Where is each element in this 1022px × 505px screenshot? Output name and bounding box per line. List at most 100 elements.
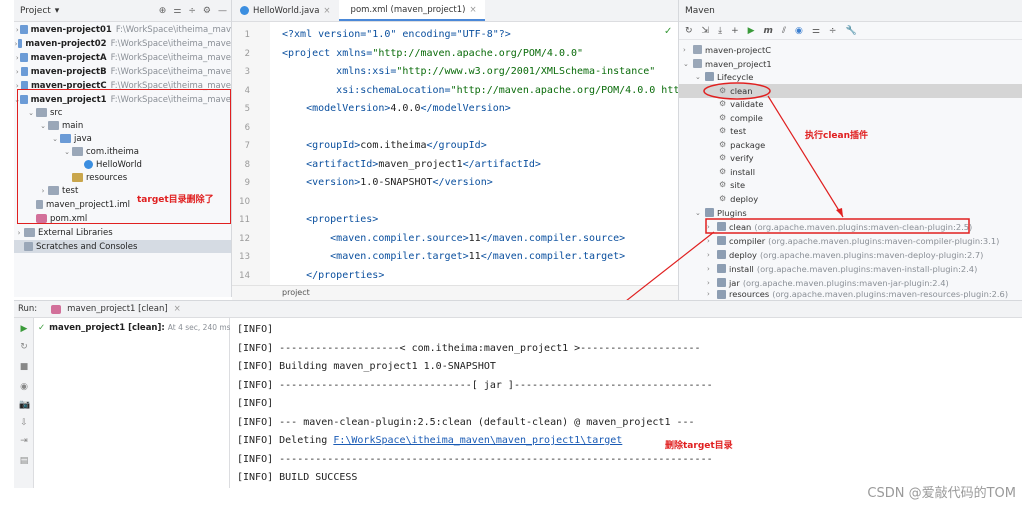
camera-icon[interactable]: 📷 <box>19 400 30 410</box>
gear-icon: ⚙ <box>719 153 727 163</box>
scroll-down-icon[interactable]: ⇩ <box>19 418 29 428</box>
tree-item-maven-projectA[interactable]: › maven-projectA F:\WorkSpace\itheima_mave <box>14 51 231 64</box>
chevron-right-icon[interactable]: › <box>707 265 717 273</box>
gear-icon: ⚙ <box>719 113 727 123</box>
collapse-all-icon[interactable]: ⚌ <box>173 6 181 16</box>
plugin-resources[interactable]: › resources (org.apache.maven.plugins:mave… <box>679 289 1022 299</box>
chevron-right-icon[interactable]: › <box>14 68 21 76</box>
line-number: 7 <box>244 141 250 151</box>
chevron-right-icon[interactable]: › <box>707 237 717 245</box>
lifecycle-compile[interactable]: ⚙ compile <box>679 111 1022 125</box>
lifecycle-validate[interactable]: ⚙ validate <box>679 97 1022 111</box>
collapse-all-icon[interactable]: ⚌ <box>812 26 820 36</box>
locate-icon[interactable]: ⊕ <box>159 6 167 16</box>
plugin-jar[interactable]: › jar (org.apache.maven.plugins:maven-jar-… <box>679 276 1022 290</box>
generate-sources-icon[interactable]: ⇲ <box>702 26 710 36</box>
lifecycle-deploy[interactable]: ⚙ deploy <box>679 192 1022 206</box>
chevron-right-icon[interactable]: › <box>707 290 717 298</box>
tree-item-maven-project01[interactable]: › maven-project01 F:\WorkSpace\itheima_mav <box>14 23 231 36</box>
code-token: xmlns= <box>336 47 373 59</box>
chevron-right-icon[interactable]: › <box>707 223 717 231</box>
maven-item-project1[interactable]: ⌄ maven_project1 <box>679 57 1022 71</box>
code-token: xsi:schemaLocation= <box>282 84 451 96</box>
code-line[interactable]: <maven.compiler.target>11</maven.compile… <box>282 248 625 267</box>
scratches-icon <box>24 242 33 251</box>
reload-icon[interactable]: ↻ <box>685 26 693 36</box>
tree-item-maven-projectB[interactable]: › maven-projectB F:\WorkSpace\itheima_mave <box>14 65 231 78</box>
close-icon[interactable]: × <box>323 6 330 16</box>
code-line[interactable]: <modelVersion>4.0.0</modelVersion> <box>282 100 511 119</box>
code-line[interactable]: </properties> <box>282 267 384 286</box>
lifecycle-install[interactable]: ⚙ install <box>679 165 1022 179</box>
console-link[interactable]: F:\WorkSpace\itheima_maven\maven_project… <box>333 435 622 446</box>
gear-icon[interactable]: ⚙ <box>203 6 211 16</box>
layout-icon[interactable]: ▤ <box>19 456 29 466</box>
rerun-icon[interactable]: ▶ <box>19 324 29 334</box>
code-line[interactable]: <groupId>com.itheima</groupId> <box>282 137 487 156</box>
chevron-down-icon[interactable]: ⌄ <box>695 209 705 217</box>
chevron-right-icon[interactable]: › <box>683 46 693 54</box>
code-token: com.itheima <box>360 140 427 151</box>
code-line[interactable]: <artifactId>maven_project1</artifactId> <box>282 156 541 175</box>
tab-helloworld[interactable]: HelloWorld.java × <box>232 0 339 21</box>
line-gutter: 1 2 3 4 5 6 7 8 9 10 11 12 13 14 <box>232 22 270 288</box>
line-number: 3 <box>244 67 250 77</box>
code-line[interactable]: <?xml version="1.0" encoding="UTF-8"?> <box>282 26 511 45</box>
chevron-down-icon[interactable]: ⌄ <box>683 60 693 68</box>
add-icon[interactable]: + <box>731 26 739 36</box>
hide-icon[interactable]: — <box>218 6 227 16</box>
console-output[interactable]: [INFO] [INFO] --------------------< com.i… <box>230 318 1022 488</box>
wrench-icon[interactable]: 🔧 <box>845 26 856 36</box>
breadcrumb[interactable]: project <box>232 285 678 300</box>
chevron-right-icon[interactable]: › <box>14 229 24 237</box>
run-tree-item[interactable]: ✓ maven_project1 [clean]: At 4 sec, 240 … <box>34 321 231 334</box>
offline-icon[interactable]: ◉ <box>795 26 803 36</box>
code-line[interactable]: xsi:schemaLocation="http://maven.apache.… <box>282 82 685 101</box>
code-line[interactable]: <project xmlns="http://maven.apache.org/… <box>282 45 583 64</box>
skip-tests-icon[interactable]: ⫽ <box>782 26 786 36</box>
close-icon[interactable]: × <box>469 5 476 15</box>
chevron-right-icon[interactable]: › <box>707 251 717 259</box>
maven-plugins[interactable]: ⌄ Plugins <box>679 206 1022 220</box>
project-panel-header: Project ▾ ⊕ ⚌ ÷ ⚙ — <box>14 0 231 22</box>
console-line: [INFO] --------------------------------[… <box>237 379 713 391</box>
plugin-compiler[interactable]: › compiler (org.apache.maven.plugins:maven… <box>679 234 1022 248</box>
tree-item-maven-project02[interactable]: › maven-project02 F:\WorkSpace\itheima_mav… <box>14 37 231 50</box>
code-line[interactable]: xmlns:xsi="http://www.w3.org/2001/XMLSch… <box>282 63 655 82</box>
code-line[interactable]: <maven.compiler.source>11</maven.compile… <box>282 230 625 249</box>
code-line[interactable]: <version>1.0-SNAPSHOT</version> <box>282 174 493 193</box>
view-icon[interactable]: ◉ <box>19 382 29 392</box>
lifecycle-clean[interactable]: ⚙ clean <box>679 84 1022 98</box>
chevron-down-icon[interactable]: ▾ <box>55 6 60 16</box>
tab-pom[interactable]: pom.xml (maven_project1) × <box>338 0 485 21</box>
download-icon[interactable]: ⤓ <box>718 26 722 36</box>
plugin-deploy[interactable]: › deploy (org.apache.maven.plugins:maven-d… <box>679 248 1022 262</box>
lifecycle-verify[interactable]: ⚙ verify <box>679 151 1022 165</box>
maven-lifecycle[interactable]: ⌄ Lifecycle <box>679 70 1022 84</box>
maven-panel: Maven ↻ ⇲ ⤓ + ▶ m ⫽ ◉ ⚌ ÷ 🔧 › maven-proje… <box>678 0 1022 300</box>
code-token: maven_project1 <box>378 158 463 170</box>
run-icon[interactable]: ▶ <box>748 26 755 36</box>
code-line[interactable]: <properties> <box>282 211 378 230</box>
export-icon[interactable]: ⇥ <box>19 436 29 446</box>
project-panel-title[interactable]: Project <box>20 6 51 16</box>
maven-item-projectC[interactable]: › maven-projectC <box>679 43 1022 57</box>
chevron-right-icon[interactable]: › <box>707 279 717 287</box>
run-label: Run: <box>18 304 38 314</box>
tree-item-external-libraries[interactable]: › External Libraries <box>14 226 231 239</box>
plugin-install[interactable]: › install (org.apache.maven.plugins:maven-… <box>679 262 1022 276</box>
module-folder-icon <box>20 25 28 34</box>
expand-icon[interactable]: ÷ <box>829 26 837 36</box>
code-token: <groupId> <box>282 140 361 151</box>
chevron-down-icon[interactable]: ⌄ <box>695 73 705 81</box>
stop-icon[interactable]: ■ <box>19 362 29 372</box>
refresh-icon[interactable]: ↻ <box>19 342 29 352</box>
maven-goal-icon[interactable]: m <box>764 26 773 36</box>
run-tab-label[interactable]: maven_project1 [clean] <box>67 304 168 314</box>
close-icon[interactable]: × <box>174 304 181 314</box>
plugin-icon <box>717 236 726 246</box>
expand-icon[interactable]: ÷ <box>188 6 196 16</box>
plugin-clean[interactable]: › clean (org.apache.maven.plugins:maven-cl… <box>679 220 1022 234</box>
tree-item-scratches[interactable]: Scratches and Consoles <box>14 240 231 253</box>
lifecycle-site[interactable]: ⚙ site <box>679 178 1022 192</box>
